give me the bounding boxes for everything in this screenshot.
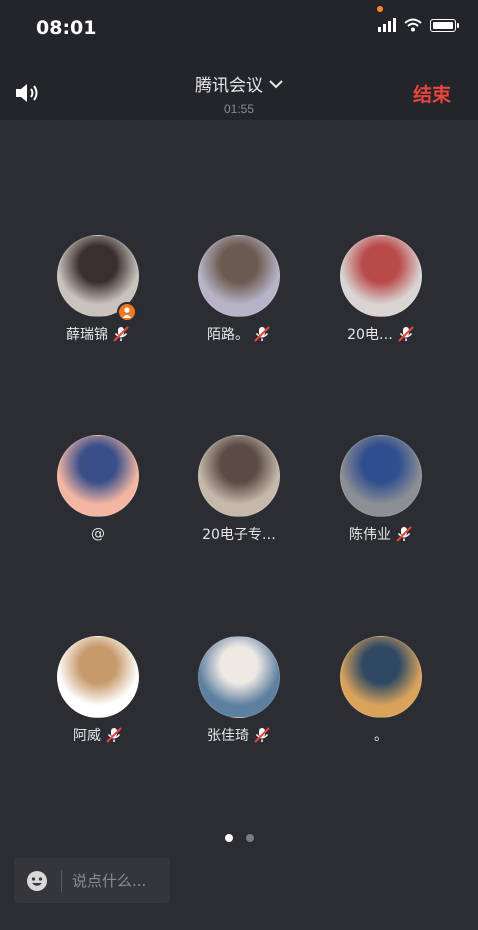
avatar	[340, 636, 422, 718]
avatar	[57, 636, 139, 718]
participant-name: 。	[374, 728, 388, 744]
participant-tile[interactable]: 阿威	[28, 636, 168, 744]
emoji-icon[interactable]	[26, 870, 48, 892]
participant-tile[interactable]: 陈伟业	[311, 435, 451, 543]
participant-name: 20电…	[347, 327, 393, 343]
chat-divider	[61, 869, 62, 892]
avatar	[340, 435, 422, 517]
participant-grid: 薛瑞锦 陌路。 20电… @ 20电子专… 陈伟业 阿威 张佳琦 。	[0, 0, 478, 930]
avatar	[198, 435, 280, 517]
participant-name: 陌路。	[207, 327, 249, 343]
participant-name: 薛瑞锦	[66, 327, 108, 343]
mic-muted-icon	[254, 326, 270, 342]
avatar	[57, 435, 139, 517]
page-dot-1[interactable]	[224, 834, 233, 842]
mic-muted-icon	[113, 326, 129, 342]
participant-name: 20电子专…	[202, 527, 276, 543]
page-dot-2[interactable]	[245, 834, 254, 842]
chat-box	[14, 858, 170, 903]
host-badge-icon	[117, 302, 137, 322]
mic-muted-icon	[398, 326, 414, 342]
avatar	[340, 235, 422, 317]
mic-muted-icon	[106, 727, 122, 743]
avatar	[198, 235, 280, 317]
mic-muted-icon	[396, 526, 412, 542]
participant-tile[interactable]: 。	[311, 636, 451, 744]
participant-tile[interactable]: 张佳琦	[169, 636, 309, 744]
participant-name: @	[91, 526, 105, 542]
participant-tile[interactable]: 20电…	[311, 235, 451, 343]
participant-tile[interactable]: 薛瑞锦	[28, 235, 168, 343]
chat-input[interactable]	[72, 871, 162, 890]
participant-name: 张佳琦	[207, 728, 249, 744]
participant-name: 陈伟业	[349, 527, 391, 543]
avatar	[198, 636, 280, 718]
participant-name: 阿威	[73, 728, 101, 744]
page-indicator	[0, 834, 478, 842]
mic-muted-icon	[254, 727, 270, 743]
participant-tile[interactable]: 20电子专…	[169, 435, 309, 543]
participant-tile[interactable]: 陌路。	[169, 235, 309, 343]
participant-tile[interactable]: @	[28, 435, 168, 543]
